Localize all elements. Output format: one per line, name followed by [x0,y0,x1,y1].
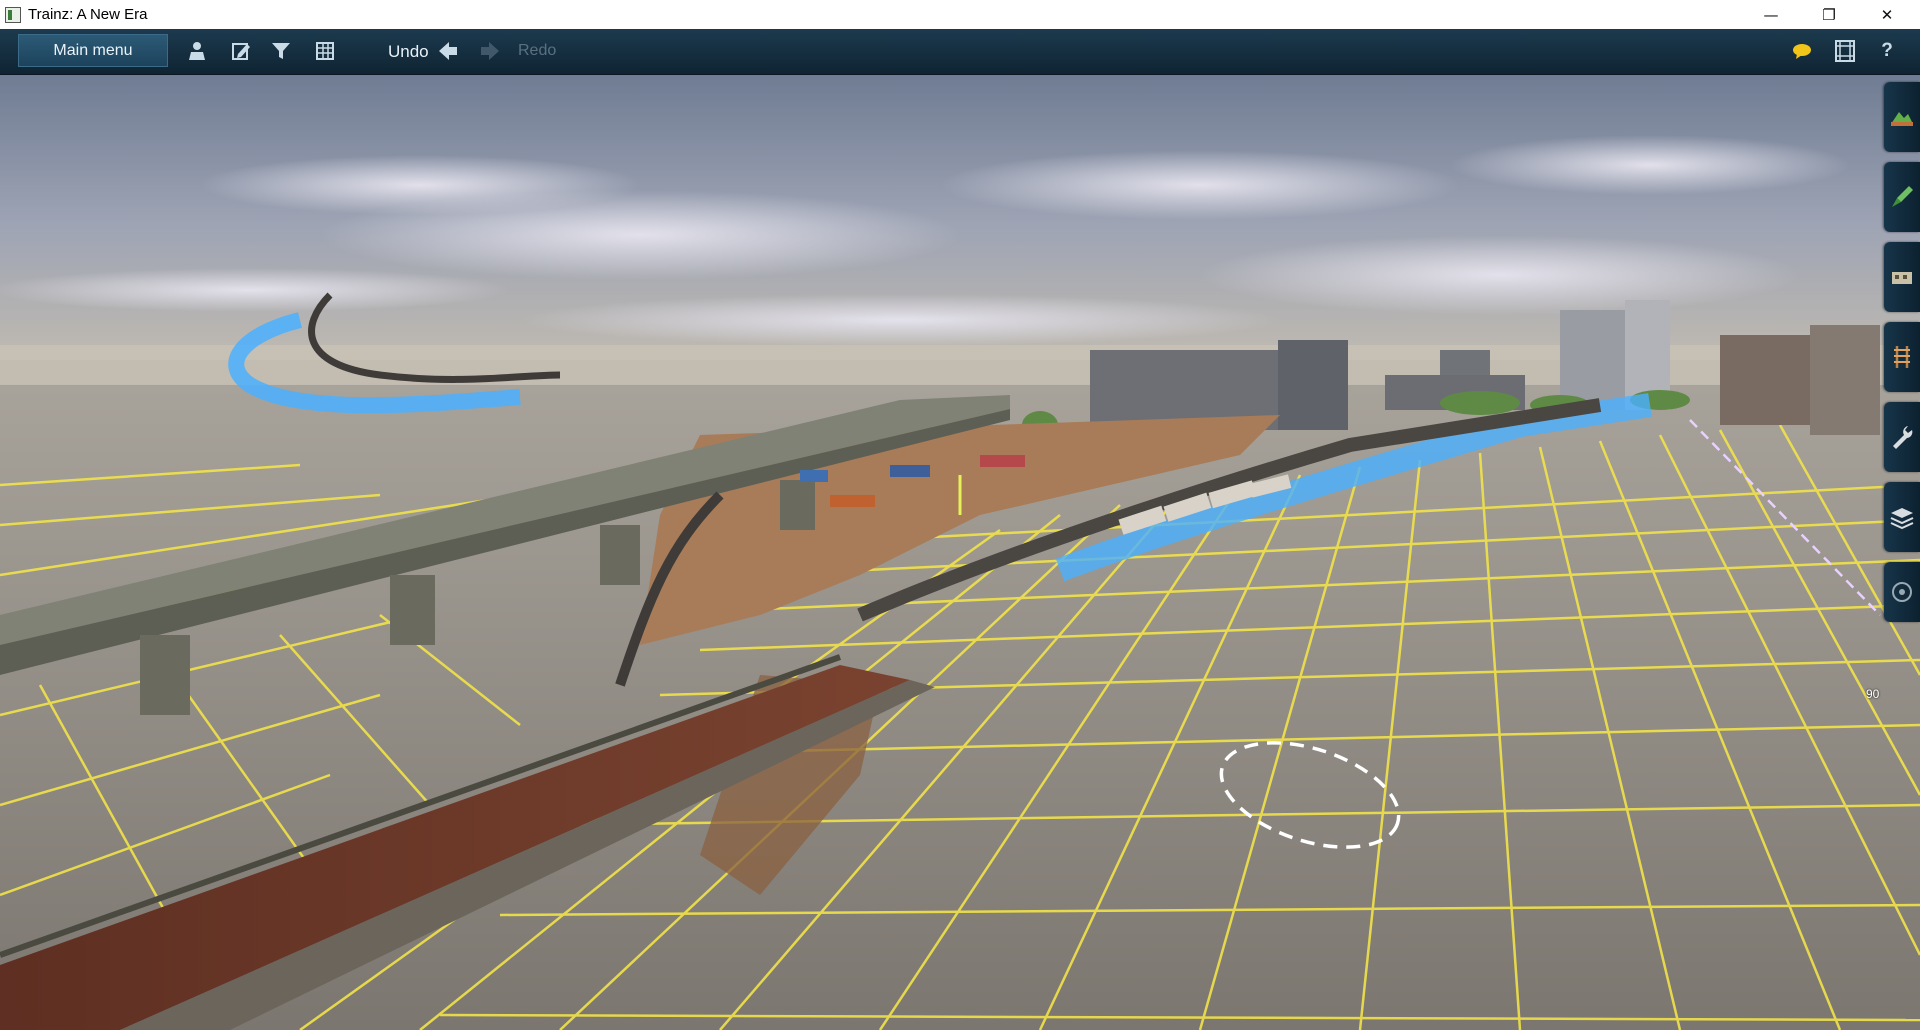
cloud [1200,235,1800,315]
terrain-tool-tab[interactable] [1884,82,1920,152]
chat-icon[interactable] [1789,38,1815,64]
compass-icon [1892,582,1912,602]
redo-arrow-icon [477,38,503,64]
filter-icon[interactable] [268,38,294,64]
minimize-button[interactable]: — [1742,0,1800,29]
window-title: Trainz: A New Era [28,6,148,23]
film-icon[interactable] [1832,38,1858,64]
tools-tab[interactable] [1884,402,1920,472]
undo-arrow-icon[interactable] [435,38,461,64]
compass-tab[interactable] [1884,562,1920,622]
edit-icon[interactable] [228,38,254,64]
undo-label[interactable]: Undo [388,42,429,62]
track-icon [1894,346,1910,368]
cloud [520,294,1280,346]
app-icon [5,6,21,23]
cloud [1450,135,1850,195]
layers-icon [1890,508,1914,529]
help-icon[interactable]: ? [1874,38,1900,64]
track-tool-tab[interactable] [1884,322,1920,392]
driver-icon[interactable] [184,38,210,64]
cloud [200,155,640,215]
wrench-icon [1893,426,1913,449]
layers-tab[interactable] [1884,482,1920,552]
close-button[interactable]: ✕ [1858,0,1916,29]
route-viewport[interactable]: 90 [0,75,1920,1030]
objects-tool-tab[interactable] [1884,242,1920,312]
compass-reading: 90 [1866,687,1880,701]
terrain-icon [1891,112,1913,126]
grid-icon[interactable] [312,38,338,64]
cloud [0,268,510,312]
brush-icon [1892,186,1913,207]
redo-label: Redo [518,42,557,59]
cloud [940,150,1460,220]
main-menu-button[interactable]: Main menu [18,34,168,67]
objects-icon [1892,272,1912,284]
editor-toolbar: Main menu Undo Redo ? [0,29,1920,75]
restore-button[interactable]: ❐ [1800,0,1858,29]
paint-tool-tab[interactable] [1884,162,1920,232]
route-scene [0,75,1920,1030]
window-title-bar: Trainz: A New Era — ❐ ✕ [0,0,1920,29]
